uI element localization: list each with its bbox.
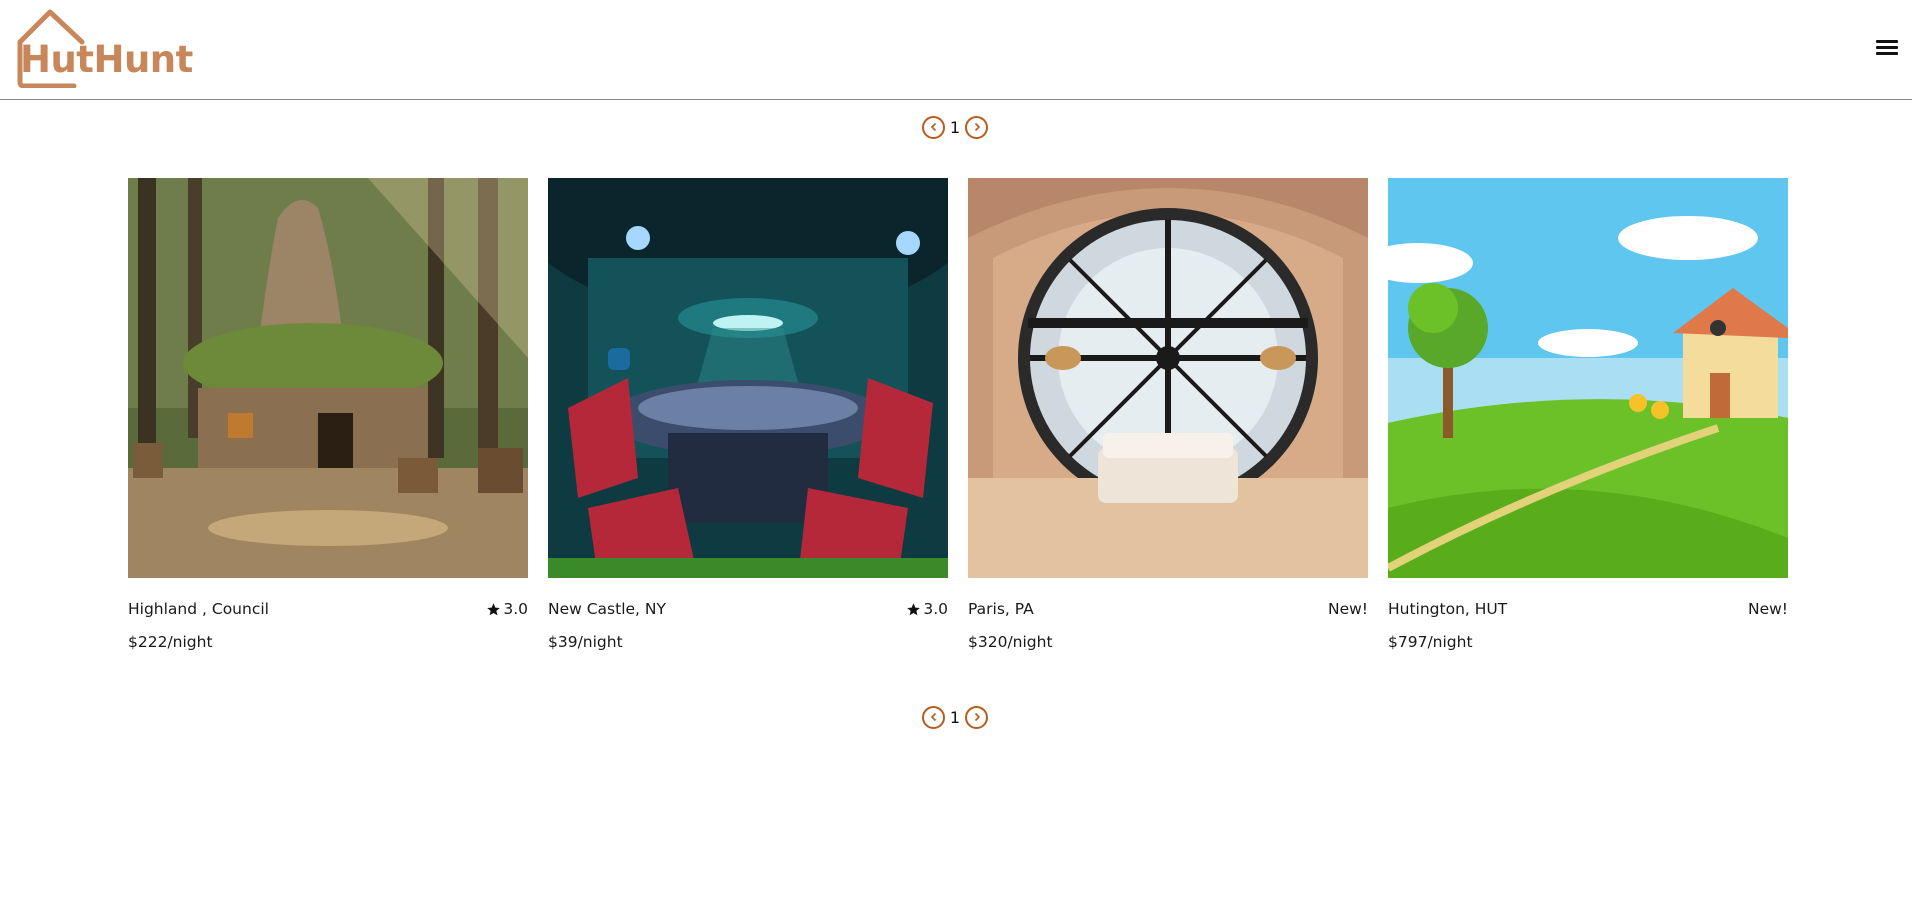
listing-image-cartoon-house[interactable]	[1388, 178, 1788, 578]
listing-image-spaceship[interactable]	[548, 178, 948, 578]
listing-image-treehouse[interactable]	[128, 178, 528, 578]
listing-price: $39/night	[548, 633, 623, 651]
listing-card[interactable]: Paris, PA New! $320/night	[968, 178, 1368, 651]
listing-card[interactable]: Highland , Council 3.0 $222/night	[128, 178, 528, 651]
chevron-left-icon[interactable]	[922, 705, 945, 729]
listing-price: $222/night	[128, 633, 213, 651]
brand-name: HutHunt	[20, 38, 193, 81]
listing-price: $320/night	[968, 633, 1053, 651]
listing-card[interactable]: Hutington, HUT New! $797/night	[1388, 178, 1788, 651]
listing-location: Paris, PA	[968, 600, 1034, 618]
star-icon	[487, 602, 501, 615]
listing-location: Highland , Council	[128, 600, 269, 618]
rating: 3.0	[486, 600, 528, 618]
hamburger-menu-icon[interactable]	[1876, 37, 1898, 57]
current-page-number: 1	[949, 117, 961, 137]
star-icon	[907, 602, 921, 615]
chevron-left-icon[interactable]	[922, 115, 945, 139]
listing-location: New Castle, NY	[548, 600, 666, 618]
rating-value: 3.0	[923, 600, 948, 618]
huthunt-logo[interactable]: HutHunt	[16, 8, 193, 88]
new-badge: New!	[1747, 600, 1788, 618]
pagination-top: 1	[922, 113, 994, 141]
chevron-right-icon[interactable]	[965, 115, 988, 139]
listing-image-clock-bedroom[interactable]	[968, 178, 1368, 578]
current-page-number: 1	[949, 707, 961, 727]
pagination-bottom: 1	[922, 703, 994, 731]
rating-value: 3.0	[503, 600, 528, 618]
listing-location: Hutington, HUT	[1388, 600, 1508, 618]
listing-grid: Highland , Council 3.0 $222/night New Ca…	[128, 178, 1788, 651]
listing-price: $797/night	[1388, 633, 1473, 651]
chevron-right-icon[interactable]	[965, 705, 988, 729]
site-header: HutHunt	[0, 0, 1912, 100]
rating: 3.0	[906, 600, 948, 618]
new-badge: New!	[1327, 600, 1368, 618]
listing-card[interactable]: New Castle, NY 3.0 $39/night	[548, 178, 948, 651]
